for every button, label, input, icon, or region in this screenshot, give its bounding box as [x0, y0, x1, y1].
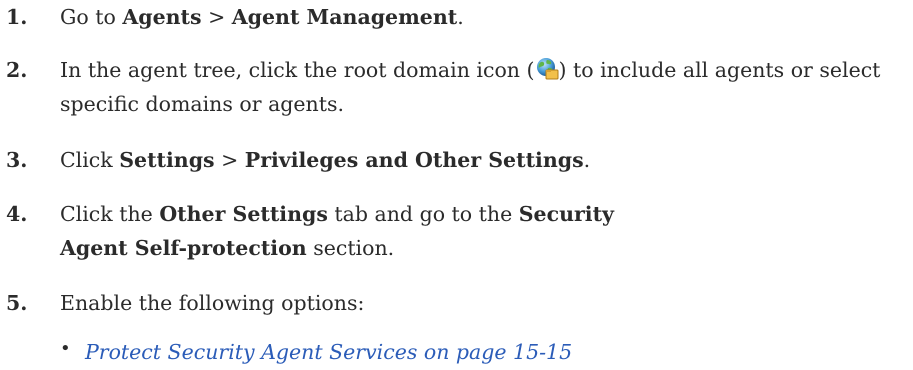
menu-settings: Settings [119, 148, 215, 172]
step-text: In the agent tree, click the root domain… [60, 57, 881, 116]
step-number: 3. [6, 148, 28, 172]
step-number: 2. [6, 58, 28, 82]
menu-agents: Agents [122, 5, 202, 29]
step-text: Click Settings > Privileges and Other Se… [60, 148, 591, 172]
step-number: 1. [6, 5, 28, 29]
procedure-page: 1. Go to Agents > Agent Management. 2. I… [0, 0, 913, 370]
menu-privileges-other-settings: Privileges and Other Settings [244, 148, 584, 172]
root-domain-globe-icon [535, 57, 559, 81]
tab-other-settings: Other Settings [159, 202, 328, 226]
step-number: 4. [6, 202, 28, 226]
step-text: Enable the following options: [60, 291, 365, 315]
menu-agent-management: Agent Management [231, 5, 458, 29]
step-text: Click the Other Settings tab and go to t… [60, 202, 614, 260]
step-number: 5. [6, 291, 28, 315]
step-text: Go to Agents > Agent Management. [60, 5, 464, 29]
bullet: • [60, 338, 71, 359]
protect-security-agent-services-link[interactable]: Protect Security Agent Services on page … [85, 337, 572, 367]
